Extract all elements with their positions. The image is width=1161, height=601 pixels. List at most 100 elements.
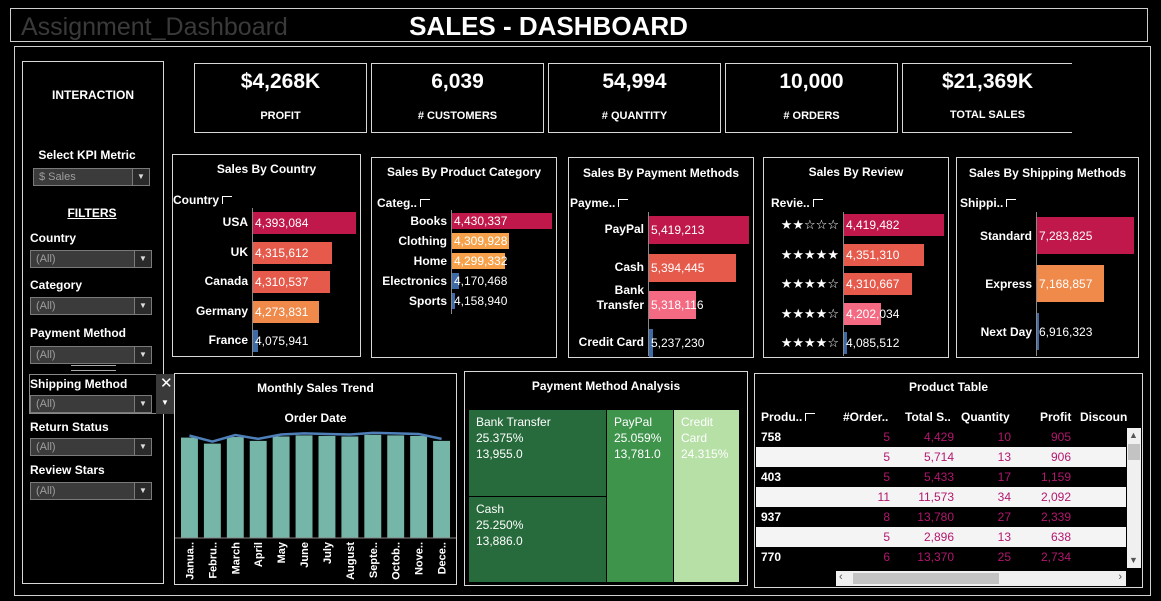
chevron-down-icon[interactable]: ▼ [134, 483, 151, 499]
close-icon[interactable]: ✕ [160, 374, 173, 392]
treemap-paypal[interactable]: PayPal 25.059% 13,781.0 [607, 410, 673, 582]
filter-country-label: Country [30, 231, 76, 245]
column-header-discount[interactable]: Discoun [1080, 410, 1127, 424]
field-header-text: Categ.. [377, 196, 418, 210]
bar-category-label: Credit Card [578, 334, 644, 349]
bar-category-label: ★★★★☆ [780, 276, 839, 291]
month-bar[interactable] [387, 435, 405, 538]
sort-icon[interactable] [812, 199, 823, 207]
kpi-total-sales[interactable]: $21,369K TOTAL SALES [902, 63, 1072, 133]
month-bar[interactable] [249, 440, 267, 538]
chevron-up-icon[interactable]: ▲ [1129, 430, 1138, 440]
field-header[interactable]: Payme.. [570, 196, 629, 210]
sort-icon[interactable] [222, 196, 232, 204]
kpi-quantity[interactable]: 54,994 # QUANTITY [548, 63, 721, 133]
kpi-label: PROFIT [260, 110, 301, 122]
chevron-down-icon[interactable]: ▼ [134, 396, 151, 412]
column-header-product[interactable]: Produ.. [761, 410, 816, 424]
chevron-down-icon[interactable]: ▼ [134, 251, 151, 267]
treemap-bank-transfer[interactable]: Bank Transfer 25.375% 13,955.0 [469, 410, 606, 496]
kpi-label: # CUSTOMERS [417, 110, 498, 122]
sort-icon[interactable] [805, 413, 816, 421]
chevron-down-icon[interactable]: ▼ [132, 169, 149, 185]
bar-category-label: Books [410, 214, 447, 228]
bar-category-label: Home [413, 254, 447, 268]
table-cell: 8 [883, 510, 890, 524]
bar-value-label: 4,299,332 [454, 254, 508, 268]
more-options-icon[interactable]: ▼ [161, 398, 169, 407]
bar-category-label: ★★★★☆ [780, 335, 839, 350]
month-tick-label: June [299, 542, 311, 568]
cell-product-id: 937 [761, 510, 782, 524]
month-bar[interactable] [341, 436, 359, 538]
column-header-orders[interactable]: #Order.. [843, 410, 888, 424]
chevron-down-icon[interactable]: ▼ [134, 439, 151, 455]
treemap-credit-card[interactable]: Credit Card 24.315% [674, 410, 739, 582]
chevron-left-icon[interactable]: ‹ [839, 571, 843, 583]
month-bar[interactable] [295, 435, 313, 538]
table-cell: 2,896 [923, 530, 954, 544]
filter-return-dropdown[interactable]: (All) ▼ [30, 438, 152, 456]
kpi-value: 10,000 [779, 70, 844, 93]
month-bar[interactable] [433, 440, 450, 538]
column-header-profit[interactable]: Profit [1040, 410, 1071, 424]
treemap-name: Cash [476, 502, 505, 516]
kpi-orders[interactable]: 10,000 # ORDERS [725, 63, 898, 133]
filter-country-value: (All) [36, 253, 56, 265]
horizontal-scrollbar[interactable]: ‹ › [836, 571, 1126, 586]
kpi-metric-dropdown[interactable]: $ Sales ▼ [33, 168, 150, 186]
field-header[interactable]: Categ.. [377, 196, 431, 210]
month-bar[interactable] [181, 437, 198, 538]
column-header-total-sales[interactable]: Total S.. [905, 410, 951, 424]
filter-toolbar: ✕ ▼ [156, 374, 175, 414]
table-cell: 5 [883, 430, 890, 444]
chevron-down-icon[interactable]: ▼ [1129, 555, 1138, 565]
kpi-metric-value: $ Sales [39, 171, 76, 183]
vertical-scrollbar[interactable]: ▲ ▼ [1127, 428, 1141, 568]
month-bar[interactable] [272, 436, 290, 538]
field-header[interactable]: Country [173, 193, 232, 207]
table-cell: 905 [1050, 430, 1071, 444]
drag-handle[interactable] [71, 365, 116, 371]
chevron-right-icon[interactable]: › [1118, 571, 1122, 583]
filter-shipping-dropdown[interactable]: (All) ▼ [30, 395, 152, 413]
field-header[interactable]: Shippi.. [960, 196, 1017, 210]
chart-title: Sales By Product Category [386, 165, 542, 179]
filter-shipping-label: Shipping Method [30, 377, 128, 391]
bar-value-label: 5,318,116 [651, 298, 704, 312]
filter-category-dropdown[interactable]: (All) ▼ [30, 297, 152, 315]
column-header-quantity[interactable]: Quantity [961, 410, 1010, 424]
filter-country-dropdown[interactable]: (All) ▼ [30, 250, 152, 268]
filter-payment-dropdown[interactable]: (All) ▼ [30, 346, 152, 364]
month-bar[interactable] [410, 435, 428, 538]
treemap-count: 13,955.0 [476, 447, 523, 461]
sort-icon[interactable] [618, 199, 629, 207]
filter-payment-value: (All) [36, 349, 56, 361]
filter-payment-label: Payment Method [30, 326, 127, 340]
kpi-profit[interactable]: $4,268K PROFIT [194, 63, 367, 133]
chevron-down-icon[interactable]: ▼ [134, 347, 151, 363]
cell-product-id: 695 [761, 530, 782, 544]
treemap-cash[interactable]: Cash 25.250% 13,886.0 [469, 497, 606, 582]
scroll-thumb[interactable] [1128, 444, 1140, 460]
bar-value-label: 7,168,857 [1039, 277, 1093, 291]
table-cell: 13,780 [917, 510, 954, 524]
sort-icon[interactable] [1006, 199, 1017, 207]
table-cell: 11 [877, 490, 890, 504]
dashboard-title: SALES - DASHBOARD [409, 11, 688, 41]
bar-category-label: Germany [195, 303, 248, 318]
kpi-customers[interactable]: 6,039 # CUSTOMERS [371, 63, 544, 133]
sidebar-panel [22, 61, 164, 584]
month-bar[interactable] [226, 437, 244, 538]
month-bar[interactable] [364, 434, 382, 538]
field-header[interactable]: Revie.. [771, 196, 823, 210]
bar-category-label: Electronics [382, 274, 447, 288]
month-bar[interactable] [318, 435, 336, 538]
month-bar[interactable] [203, 443, 221, 538]
scroll-thumb[interactable] [853, 573, 999, 584]
x-axis-title: Order Date [284, 411, 347, 425]
filter-review-dropdown[interactable]: (All) ▼ [30, 482, 152, 500]
sort-icon[interactable] [420, 199, 431, 207]
chevron-down-icon[interactable]: ▼ [134, 298, 151, 314]
bar-category-label: Cash [614, 259, 644, 274]
